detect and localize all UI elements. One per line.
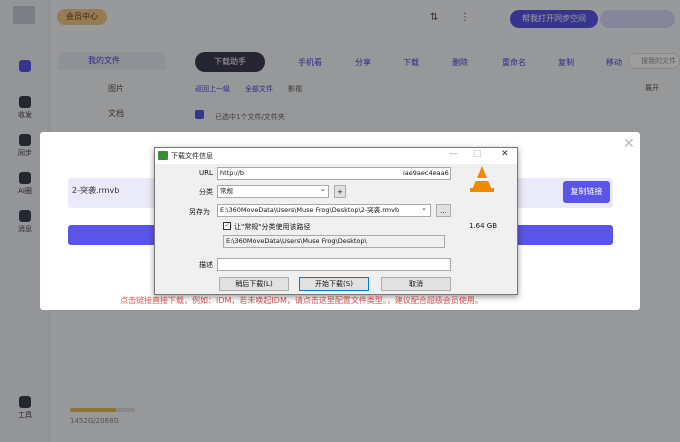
close-icon[interactable]: ✕: [501, 149, 509, 159]
remember-path: E:\360MoveData\Users\Muse Frog\Desktop\: [223, 235, 445, 248]
download-tip: 点击链接直接下载，例如：IDM，若未唤起IDM，请点击这里配置文件类型。，建议配…: [120, 296, 483, 305]
category-label: 分类: [199, 188, 213, 196]
vlc-icon-base: [470, 188, 494, 192]
idm-app-icon: [158, 151, 168, 160]
idm-dialog: 下载文件信息 — □ ✕ URL http://b iae9aec4eaa6 分…: [154, 147, 518, 295]
description-field[interactable]: [217, 258, 451, 271]
minimize-icon[interactable]: —: [449, 149, 458, 159]
close-icon[interactable]: ✕: [623, 136, 635, 152]
category-select[interactable]: 常规: [217, 185, 329, 198]
remember-checkbox[interactable]: ✓: [223, 222, 231, 230]
browse-button[interactable]: ...: [436, 204, 451, 217]
chevron-down-icon: ⌄: [320, 185, 326, 193]
url-label: URL: [199, 169, 213, 177]
saveas-field[interactable]: E:\360MoveData\Users\Muse Frog\Desktop\2…: [217, 204, 431, 217]
add-category-button[interactable]: +: [334, 185, 346, 198]
remember-label: 让"常规"分类使用该路径: [234, 223, 311, 231]
idm-title: 下载文件信息: [171, 152, 213, 160]
start-download-button[interactable]: 开始下载(S): [299, 277, 369, 291]
download-later-button[interactable]: 稍后下载(L): [219, 277, 289, 291]
vlc-icon-stripe: [476, 178, 488, 181]
saveas-label: 另存为: [189, 208, 210, 216]
chevron-down-icon: ⌄: [421, 204, 427, 212]
copy-link-button[interactable]: 复制链接: [563, 181, 610, 203]
file-size: 1.64 GB: [469, 222, 498, 230]
maximize-icon[interactable]: □: [473, 149, 482, 159]
description-label: 描述: [199, 261, 213, 269]
url-tail: iae9aec4eaa6: [401, 167, 451, 180]
link-file-name: 2-突袭.rmvb: [72, 186, 120, 195]
cancel-button[interactable]: 取消: [381, 277, 451, 291]
